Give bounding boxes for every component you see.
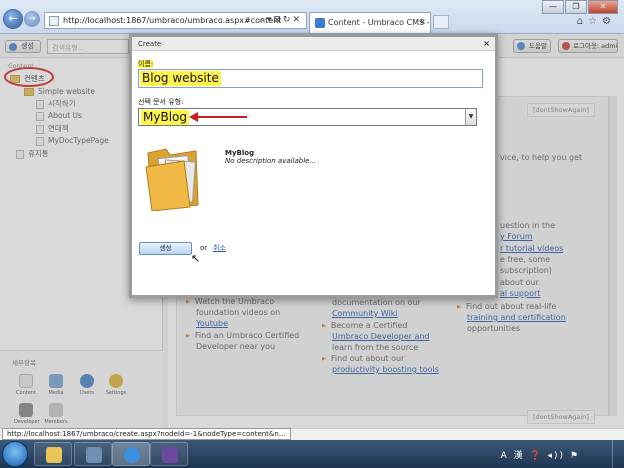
umbraco-tab-icon <box>315 18 325 28</box>
create-submit-button[interactable]: 생성 <box>139 242 192 255</box>
name-field[interactable]: Blog website <box>138 69 483 88</box>
new-tab-button[interactable] <box>433 15 449 29</box>
name-value: Blog website <box>140 71 221 86</box>
address-text: http://localhost:1867/umbraco/umbraco.as… <box>63 16 282 25</box>
dialog-title: Create <box>138 40 162 48</box>
create-dialog: Create × 이름: Blog website 선택 문서 유형: MyBl… <box>129 34 498 298</box>
show-desktop-button[interactable] <box>612 440 624 468</box>
back-button[interactable]: ← <box>3 9 23 29</box>
or-text: or <box>200 244 208 252</box>
annotation-arrow <box>189 112 247 122</box>
doctype-description: No description available... <box>225 157 317 165</box>
tab-content[interactable]: Content - Umbraco CMS -... × <box>309 12 431 33</box>
tab-close-icon[interactable]: × <box>419 17 426 26</box>
doctype-selected-value: MyBlog <box>141 110 189 125</box>
forward-button[interactable]: → <box>24 11 40 27</box>
cancel-link[interactable]: 취소 <box>213 243 226 253</box>
doctype-label: 선택 문서 유형: <box>138 98 184 106</box>
taskbar-explorer[interactable] <box>34 442 72 466</box>
ie-icon <box>124 447 140 463</box>
tab-title: Content - Umbraco CMS -... <box>328 18 431 27</box>
arrow-shaft <box>197 116 247 118</box>
address-controls[interactable]: ⌕▾⊠↻✕ <box>260 15 302 25</box>
status-url: http://localhost:1867/umbraco/create.asp… <box>2 428 291 440</box>
window-controls: — ❐ ✕ <box>541 0 618 14</box>
page-icon <box>49 16 59 26</box>
taskbar-ie[interactable] <box>112 442 150 466</box>
dialog-titlebar: Create × <box>132 37 495 51</box>
home-star-gear-icons[interactable]: ⌂☆⚙ <box>577 16 616 27</box>
dialog-close-icon[interactable]: × <box>483 39 490 48</box>
maximize-button[interactable]: ❐ <box>565 0 587 14</box>
address-bar[interactable]: http://localhost:1867/umbraco/umbraco.as… <box>44 12 307 29</box>
folder-icon <box>145 148 199 211</box>
start-button[interactable] <box>2 441 28 467</box>
mouse-cursor-icon: ↖ <box>191 252 201 265</box>
doctype-title: MyBlog <box>225 149 255 157</box>
name-label: 이름: <box>138 59 154 69</box>
window-close-button[interactable]: ✕ <box>588 0 618 14</box>
browser-chrome: ← → http://localhost:1867/umbraco/umbrac… <box>0 0 624 34</box>
taskbar: A 漢 ❓ ◂)) ⚑ <box>0 440 624 468</box>
name-label-text: 이름: <box>138 60 154 68</box>
taskbar-vs[interactable] <box>150 442 188 466</box>
system-tray[interactable]: A 漢 ❓ ◂)) ⚑ <box>501 448 580 461</box>
taskbar-app[interactable] <box>74 442 112 466</box>
minimize-button[interactable]: — <box>542 0 564 14</box>
visual-studio-icon <box>162 447 178 463</box>
chevron-down-icon[interactable]: ▼ <box>465 109 476 125</box>
app-icon <box>86 447 102 463</box>
folder-icon <box>46 447 62 463</box>
